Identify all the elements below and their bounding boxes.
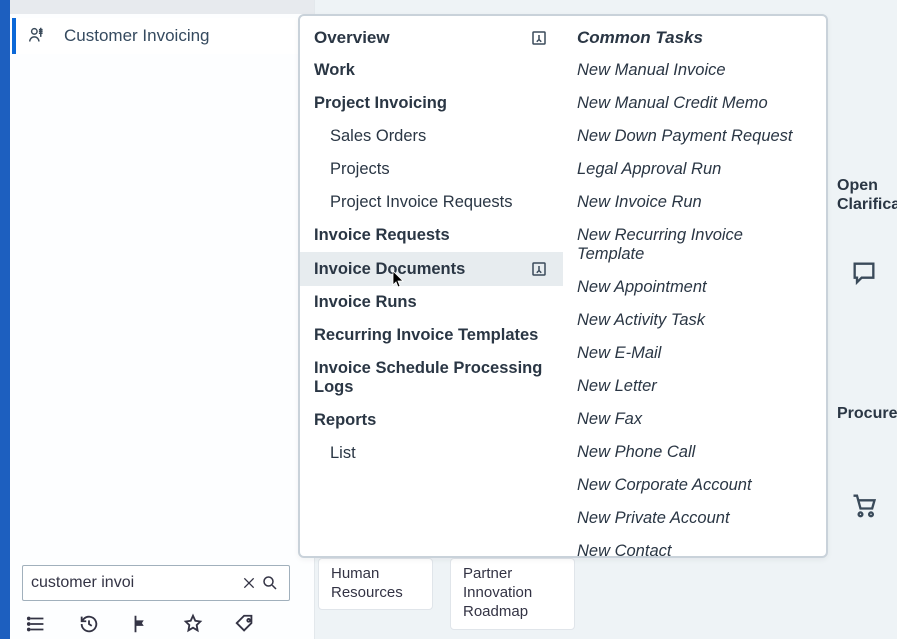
flyout-item-sales-orders[interactable]: Sales Orders	[300, 120, 563, 153]
flyout-item-label: New Corporate Account	[577, 476, 752, 495]
flyout-item-invoice-schedule-processing-logs[interactable]: Invoice Schedule Processing Logs	[300, 352, 563, 404]
history-icon[interactable]	[78, 613, 100, 635]
sidebar-accent	[0, 0, 10, 639]
flyout-left-col: Overview Work Project Invoicing Sales Orde…	[300, 16, 563, 556]
flyout-item-label: Reports	[314, 411, 376, 430]
flyout-item-label: Invoice Requests	[314, 226, 450, 245]
flag-icon[interactable]	[130, 613, 152, 635]
flyout-item-label: Invoice Documents	[314, 260, 465, 279]
common-task-new-recurring-invoice-template[interactable]: New Recurring Invoice Template	[563, 219, 826, 271]
right-rail: Open Clarifica Procure	[837, 0, 897, 639]
common-task-new-manual-credit-memo[interactable]: New Manual Credit Memo	[563, 87, 826, 120]
flyout-item-label: New E-Mail	[577, 344, 661, 363]
flyout-item-label: New Activity Task	[577, 311, 705, 330]
flyout-left-header[interactable]: Overview	[300, 22, 563, 54]
flyout-item-label: New Appointment	[577, 278, 707, 297]
common-task-legal-approval-run[interactable]: Legal Approval Run	[563, 153, 826, 186]
pin-icon[interactable]	[529, 259, 549, 279]
flyout-item-label: New Invoice Run	[577, 193, 702, 212]
sidebar-bottom-icons	[26, 609, 296, 639]
sidebar-item-label: Customer Invoicing	[64, 26, 210, 46]
nav-flyout: Overview Work Project Invoicing Sales Orde…	[298, 14, 828, 558]
sidebar: Customer Invoicing	[0, 0, 315, 639]
common-task-new-private-account[interactable]: New Private Account	[563, 502, 826, 535]
flyout-item-label: Work	[314, 61, 355, 80]
flyout-item-label: New Phone Call	[577, 443, 695, 462]
flyout-item-label: Sales Orders	[330, 127, 426, 146]
flyout-item-projects[interactable]: Projects	[300, 153, 563, 186]
flyout-item-project-invoicing[interactable]: Project Invoicing	[300, 87, 563, 120]
chat-icon[interactable]	[849, 258, 879, 288]
flyout-right-col: Common Tasks New Manual Invoice New Manua…	[563, 16, 826, 556]
common-task-new-invoice-run[interactable]: New Invoice Run	[563, 186, 826, 219]
common-task-new-fax[interactable]: New Fax	[563, 403, 826, 436]
cart-icon[interactable]	[849, 490, 879, 520]
flyout-item-label: Invoice Runs	[314, 293, 417, 312]
tile-label: Partner Innovation Roadmap	[463, 565, 532, 620]
flyout-item-label: New Recurring Invoice Template	[577, 226, 812, 264]
flyout-item-label: Recurring Invoice Templates	[314, 326, 538, 345]
flyout-item-label: New Fax	[577, 410, 642, 429]
invoice-person-icon	[26, 24, 50, 48]
flyout-header-label: Overview	[314, 28, 390, 48]
flyout-item-label: New Manual Credit Memo	[577, 94, 768, 113]
flyout-item-label: Project Invoice Requests	[330, 193, 513, 212]
flyout-item-recurring-invoice-templates[interactable]: Recurring Invoice Templates	[300, 319, 563, 352]
flyout-item-label: Legal Approval Run	[577, 160, 721, 179]
sidebar-search-box[interactable]	[22, 565, 290, 601]
flyout-item-label: Invoice Schedule Processing Logs	[314, 359, 549, 397]
flyout-item-label: New Private Account	[577, 509, 730, 528]
flyout-header-label: Common Tasks	[577, 28, 703, 48]
common-task-new-down-payment-request[interactable]: New Down Payment Request	[563, 120, 826, 153]
rail-label-open-clarifications: Open Clarifica	[837, 176, 897, 214]
tag-icon[interactable]	[234, 613, 256, 635]
flyout-item-label: New Manual Invoice	[577, 61, 726, 80]
common-task-new-letter[interactable]: New Letter	[563, 370, 826, 403]
flyout-item-label: New Down Payment Request	[577, 127, 793, 146]
list-icon[interactable]	[26, 613, 48, 635]
flyout-item-list[interactable]: List	[300, 437, 563, 470]
flyout-item-label: List	[330, 444, 356, 463]
common-task-new-e-mail[interactable]: New E-Mail	[563, 337, 826, 370]
clear-search-icon[interactable]	[238, 572, 260, 594]
common-task-new-appointment[interactable]: New Appointment	[563, 271, 826, 304]
flyout-item-invoice-documents[interactable]: Invoice Documents	[300, 252, 563, 286]
flyout-item-invoice-requests[interactable]: Invoice Requests	[300, 219, 563, 252]
flyout-item-reports[interactable]: Reports	[300, 404, 563, 437]
common-task-new-activity-task[interactable]: New Activity Task	[563, 304, 826, 337]
pin-icon[interactable]	[529, 28, 549, 48]
sidebar-item-customer-invoicing[interactable]: Customer Invoicing	[12, 18, 302, 54]
flyout-item-invoice-runs[interactable]: Invoice Runs	[300, 286, 563, 319]
flyout-item-work[interactable]: Work	[300, 54, 563, 87]
rail-label-procurement: Procure	[837, 404, 897, 423]
flyout-item-label: New Letter	[577, 377, 657, 396]
common-task-new-contact[interactable]: New Contact	[563, 535, 826, 568]
tile-human-resources[interactable]: Human Resources	[318, 558, 433, 610]
search-icon[interactable]	[260, 572, 282, 594]
flyout-item-label: New Contact	[577, 542, 671, 561]
star-icon[interactable]	[182, 613, 204, 635]
top-tab-bar	[10, 0, 314, 14]
common-task-new-manual-invoice[interactable]: New Manual Invoice	[563, 54, 826, 87]
flyout-item-label: Projects	[330, 160, 390, 179]
flyout-item-label: Project Invoicing	[314, 94, 447, 113]
flyout-item-project-invoice-requests[interactable]: Project Invoice Requests	[300, 186, 563, 219]
tile-partner-innovation[interactable]: Partner Innovation Roadmap	[450, 558, 575, 630]
flyout-right-header: Common Tasks	[563, 22, 826, 54]
common-task-new-corporate-account[interactable]: New Corporate Account	[563, 469, 826, 502]
common-task-new-phone-call[interactable]: New Phone Call	[563, 436, 826, 469]
search-input[interactable]	[31, 574, 238, 592]
tile-label: Human Resources	[331, 565, 403, 601]
